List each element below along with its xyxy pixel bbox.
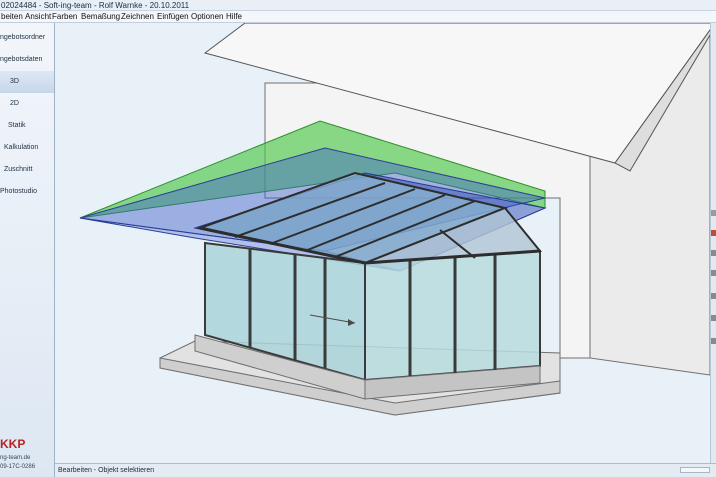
sidebar-item-label: Statik bbox=[8, 122, 26, 129]
sidebar-item-label: Photostudio bbox=[0, 188, 37, 195]
sidebar-item-2d[interactable]: 2D bbox=[0, 93, 54, 115]
menu-item-einfuegen[interactable]: Einfügen bbox=[157, 11, 189, 23]
resize-grip[interactable] bbox=[680, 467, 710, 473]
sidebar-item-label: ngebotsordner bbox=[0, 34, 46, 41]
status-text: Bearbeiten - Objekt selektieren bbox=[58, 467, 155, 474]
sidebar-item-angebotsordner[interactable]: ngebotsordner bbox=[0, 27, 54, 49]
tool-icon[interactable] bbox=[711, 293, 716, 299]
menu-item-zeichnen[interactable]: Zeichnen bbox=[121, 11, 154, 23]
tool-icon[interactable] bbox=[711, 210, 716, 216]
title-bar: 02024484 - Soft-ing-team - Rolf Warnke -… bbox=[0, 0, 716, 11]
status-bar: Bearbeiten - Objekt selektieren bbox=[55, 463, 716, 477]
menu-item-ansicht[interactable]: Ansicht bbox=[25, 11, 51, 23]
tool-icon[interactable] bbox=[711, 315, 716, 321]
delete-icon[interactable] bbox=[711, 230, 716, 236]
company-logo: KKP bbox=[0, 437, 26, 451]
right-toolbar bbox=[710, 23, 716, 463]
tool-icon[interactable] bbox=[711, 270, 716, 276]
menu-item-bemassung[interactable]: Bemaßung bbox=[81, 11, 120, 23]
3d-viewport[interactable] bbox=[55, 23, 710, 463]
menu-item-hilfe[interactable]: Hilfe bbox=[226, 11, 242, 23]
license-code: 09-17C-0286 bbox=[0, 464, 36, 470]
menu-item-optionen[interactable]: Optionen bbox=[191, 11, 223, 23]
3d-scene bbox=[79, 23, 710, 416]
sidebar-item-statik[interactable]: Statik bbox=[0, 115, 54, 137]
sidebar: ngebotsordner ngebotsdaten 3D 2D Statik … bbox=[0, 23, 55, 477]
sidebar-item-3d[interactable]: 3D bbox=[0, 71, 54, 93]
window-title: 02024484 - Soft-ing-team - Rolf Warnke -… bbox=[1, 1, 190, 10]
menu-item-bearbeiten[interactable]: beiten bbox=[1, 11, 23, 23]
sidebar-item-zuschnitt[interactable]: Zuschnitt bbox=[0, 159, 54, 181]
company-website: ng-team.de bbox=[0, 455, 31, 461]
sidebar-item-label: 2D bbox=[10, 100, 19, 107]
sidebar-item-angebotsdaten[interactable]: ngebotsdaten bbox=[0, 49, 54, 71]
sidebar-item-label: 3D bbox=[10, 78, 19, 85]
sidebar-item-label: Kalkulation bbox=[4, 144, 39, 151]
sidebar-item-label: ngebotsdaten bbox=[0, 56, 43, 63]
tool-icon[interactable] bbox=[711, 338, 716, 344]
menu-bar: beiten Ansicht Farben Bemaßung Zeichnen … bbox=[0, 11, 716, 23]
sidebar-item-kalkulation[interactable]: Kalkulation bbox=[0, 137, 54, 159]
sidebar-item-photostudio[interactable]: Photostudio bbox=[0, 181, 54, 203]
menu-item-farben[interactable]: Farben bbox=[52, 11, 77, 23]
sidebar-item-label: Zuschnitt bbox=[4, 166, 33, 173]
tool-icon[interactable] bbox=[711, 250, 716, 256]
conservatory-side-glass bbox=[364, 249, 541, 382]
